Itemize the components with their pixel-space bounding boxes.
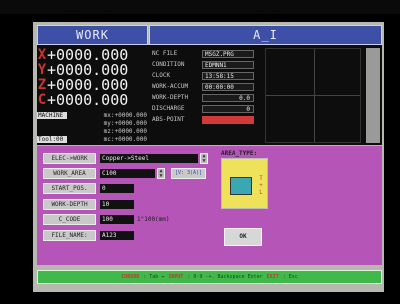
file-name-row: FILE_NAME: A123 <box>43 230 134 241</box>
exit-key-label: EXIT <box>266 274 279 280</box>
machine-coords: MACHINE mx:+0000.000 my:+0000.000 mz:+000… <box>37 111 147 143</box>
axis-y-label: Y <box>37 62 47 78</box>
area-type-letters: T + L <box>258 175 264 196</box>
input-key-help: : 0-9 -+. Backspace Enter <box>187 274 263 280</box>
start-pos-row: START_POS. 0 <box>43 183 134 194</box>
condition-label: CONDITION <box>152 61 185 68</box>
status-row: CONDITION EDMNN1 <box>152 59 262 70</box>
discharge-value: 0 <box>202 104 254 113</box>
exit-key-help: : Esc <box>282 274 298 280</box>
area-type-title: AREA_TYPE: <box>221 150 258 157</box>
start-pos-label[interactable]: START_POS. <box>43 183 96 194</box>
abs-point-indicator <box>202 115 254 124</box>
work-area-row: WORK_AREA C100 ▲ ▼ [V: 3(A)] <box>43 168 207 179</box>
machine-label: MACHINE <box>37 111 67 119</box>
auto-header: A_I <box>149 25 382 45</box>
elec-work-row: ELEC->WORK Copper->Steel ▲ ▼ <box>43 153 208 164</box>
nc-file-value: MSGZ.PRG <box>202 49 254 58</box>
area-letter-l: L <box>259 189 263 196</box>
status-row: NC FILE MSGZ.PRG <box>152 48 262 59</box>
work-depth-status-label: WORK-DEPTH <box>152 94 189 101</box>
auto-title: A_I <box>253 28 278 42</box>
work-accum-value: 00:00:00 <box>202 82 254 91</box>
preview-crosshair-v <box>314 49 315 142</box>
status-row: CLOCK 13:58:15 <box>152 70 262 81</box>
condition-value: EDMNN1 <box>202 60 254 69</box>
c-code-unit: 1"100(mm) <box>137 216 170 223</box>
discharge-label: DISCHARGE <box>152 105 185 112</box>
axis-z-label: Z <box>37 77 47 93</box>
work-area-spinner[interactable]: ▲ ▼ <box>157 168 165 179</box>
area-type-shape <box>230 177 252 195</box>
nc-file-label: NC FILE <box>152 50 178 57</box>
work-depth-field[interactable]: 10 <box>100 200 134 209</box>
elec-work-select[interactable]: Copper->Steel <box>100 154 198 163</box>
machine-row: my:+0000.000 <box>37 119 147 127</box>
cursor-key-help: : Tab ↔ <box>143 274 165 280</box>
preview-crosshair-h <box>266 95 360 96</box>
key-help-bar: CURSOR : Tab ↔ INPUT : 0-9 -+. Backspace… <box>37 270 382 284</box>
work-depth-status-value: 0.0 <box>202 93 254 102</box>
input-key-label: INPUT <box>168 274 184 280</box>
elec-work-spinner[interactable]: ▲ ▼ <box>200 153 208 164</box>
tool-label: Tool:00 <box>37 135 67 143</box>
machine-row: Tool:00 mc:+0000.000 <box>37 135 147 143</box>
machine-y-value: my:+0000.000 <box>103 119 147 127</box>
work-accum-label: WORK-ACCUM <box>152 83 189 90</box>
work-area-label[interactable]: WORK_AREA <box>43 168 96 179</box>
c-code-label[interactable]: C_CODE <box>43 214 96 225</box>
axis-c-value: +0000.000 <box>47 91 129 109</box>
status-row: DISCHARGE 0 <box>152 103 262 114</box>
work-title: WORK <box>76 28 109 42</box>
work-area-info-button[interactable]: [V: 3(A)] <box>171 168 207 179</box>
machine-row: MACHINE mx:+0000.000 <box>37 111 147 119</box>
file-name-field[interactable]: A123 <box>100 231 134 240</box>
machine-row: mz:+0000.000 <box>37 127 147 135</box>
axis-c-label: C <box>37 92 47 108</box>
abs-point-label: ABS-POINT <box>152 116 185 123</box>
axis-x-label: X <box>37 47 47 63</box>
side-scrollbar[interactable] <box>366 48 380 143</box>
coord-row-c: C +0000.000 <box>37 93 147 108</box>
area-type-selector[interactable]: T + L <box>221 158 268 209</box>
area-letter-t: T <box>259 175 263 182</box>
monitor-bezel <box>0 0 400 14</box>
machining-status: NC FILE MSGZ.PRG CONDITION EDMNN1 CLOCK 13:… <box>152 48 262 125</box>
machine-c-value: mc:+0000.000 <box>103 135 147 143</box>
c-code-row: C_CODE 100 1"100(mm) <box>43 214 170 225</box>
status-row: ABS-POINT <box>152 114 262 125</box>
machine-x-value: mx:+0000.000 <box>103 111 147 119</box>
c-code-field[interactable]: 100 <box>100 215 134 224</box>
work-header: WORK <box>37 25 148 45</box>
clock-label: CLOCK <box>152 72 171 79</box>
cursor-key-label: CURSOR <box>121 274 140 280</box>
coordinate-display: X +0000.000 Y +0000.000 Z +0000.000 C +0000.… <box>37 48 147 108</box>
machine-z-value: mz:+0000.000 <box>103 127 147 135</box>
graphic-preview <box>265 48 361 143</box>
status-row: WORK-DEPTH 0.0 <box>152 92 262 103</box>
area-letter-plus: + <box>259 182 263 189</box>
start-pos-field[interactable]: 0 <box>100 184 134 193</box>
file-name-label[interactable]: FILE_NAME: <box>43 230 96 241</box>
ok-button[interactable]: OK <box>224 228 262 246</box>
work-depth-row: WORK-DEPTH 10 <box>43 199 134 210</box>
clock-value: 13:58:15 <box>202 71 254 80</box>
elec-work-label[interactable]: ELEC->WORK <box>43 153 96 164</box>
status-row: WORK-ACCUM 00:00:00 <box>152 81 262 92</box>
work-depth-label[interactable]: WORK-DEPTH <box>43 199 96 210</box>
work-area-select[interactable]: C100 <box>100 169 155 178</box>
